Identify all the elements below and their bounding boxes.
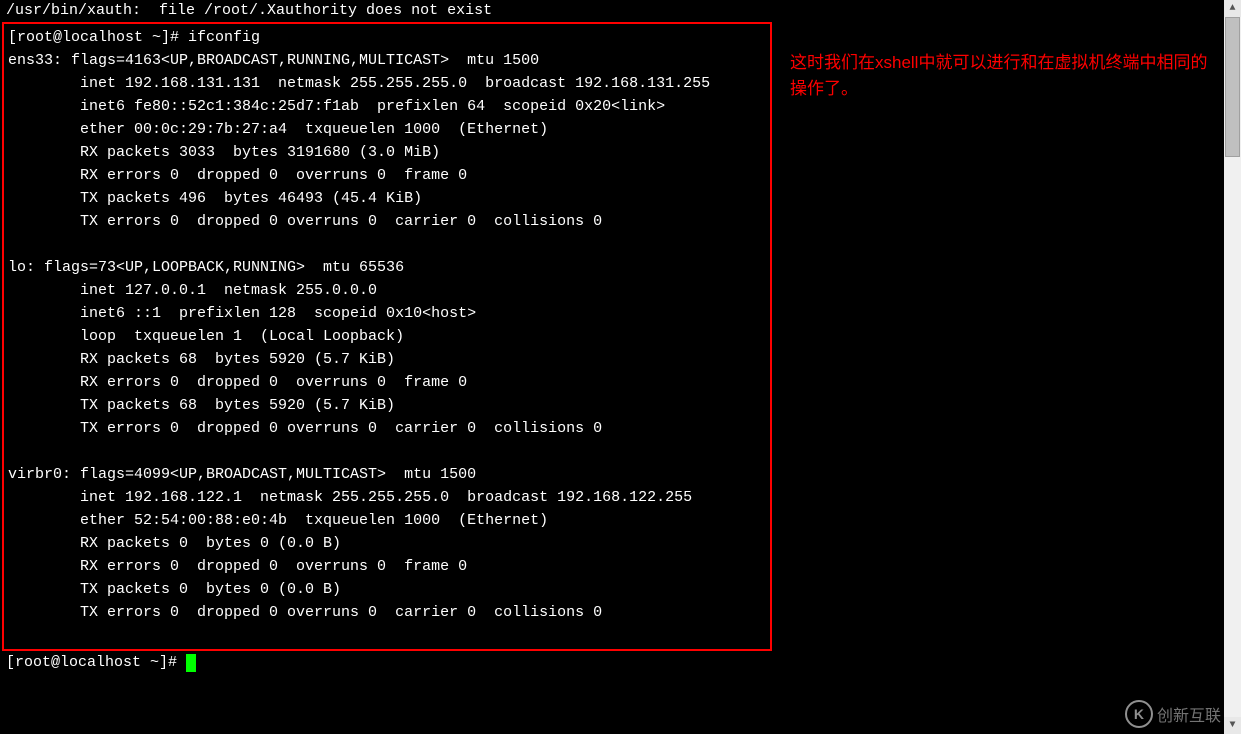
- annotation-prefix: 这时我们在: [790, 53, 875, 72]
- terminal-line: TX packets 0 bytes 0 (0.0 B): [8, 578, 766, 601]
- terminal-line: virbr0: flags=4099<UP,BROADCAST,MULTICAS…: [8, 463, 766, 486]
- watermark-text: 创新互联: [1157, 702, 1221, 726]
- scroll-down-button[interactable]: ▼: [1224, 717, 1241, 734]
- terminal-line: RX errors 0 dropped 0 overruns 0 frame 0: [8, 371, 766, 394]
- terminal-line: [8, 233, 766, 256]
- cursor-icon: [186, 654, 196, 672]
- terminal-line: RX errors 0 dropped 0 overruns 0 frame 0: [8, 555, 766, 578]
- terminal-line: [8, 440, 766, 463]
- terminal-line: TX packets 496 bytes 46493 (45.4 KiB): [8, 187, 766, 210]
- terminal-prompt: [root@localhost ~]#: [6, 651, 186, 674]
- terminal-header-line: /usr/bin/xauth: file /root/.Xauthority d…: [0, 0, 1241, 22]
- terminal-line: ether 00:0c:29:7b:27:a4 txqueuelen 1000 …: [8, 118, 766, 141]
- watermark-logo-icon: K: [1125, 700, 1153, 728]
- terminal-line: lo: flags=73<UP,LOOPBACK,RUNNING> mtu 65…: [8, 256, 766, 279]
- terminal-prompt-line[interactable]: [root@localhost ~]#: [0, 651, 1241, 674]
- terminal-line: [8, 624, 766, 647]
- terminal-line: loop txqueuelen 1 (Local Loopback): [8, 325, 766, 348]
- terminal-line: RX packets 68 bytes 5920 (5.7 KiB): [8, 348, 766, 371]
- terminal-line: inet6 ::1 prefixlen 128 scopeid 0x10<hos…: [8, 302, 766, 325]
- terminal-line: inet 192.168.131.131 netmask 255.255.255…: [8, 72, 766, 95]
- vertical-scrollbar[interactable]: ▲ ▼: [1224, 0, 1241, 734]
- terminal-line: TX errors 0 dropped 0 overruns 0 carrier…: [8, 210, 766, 233]
- terminal-line: ens33: flags=4163<UP,BROADCAST,RUNNING,M…: [8, 49, 766, 72]
- terminal-output-box[interactable]: [root@localhost ~]# ifconfigens33: flags…: [2, 22, 772, 651]
- terminal-line: [root@localhost ~]# ifconfig: [8, 26, 766, 49]
- scroll-up-button[interactable]: ▲: [1224, 0, 1241, 17]
- terminal-line: ether 52:54:00:88:e0:4b txqueuelen 1000 …: [8, 509, 766, 532]
- terminal-line: TX errors 0 dropped 0 overruns 0 carrier…: [8, 601, 766, 624]
- terminal-line: RX packets 3033 bytes 3191680 (3.0 MiB): [8, 141, 766, 164]
- terminal-line: inet 127.0.0.1 netmask 255.0.0.0: [8, 279, 766, 302]
- terminal-line: inet6 fe80::52c1:384c:25d7:f1ab prefixle…: [8, 95, 766, 118]
- annotation-highlight: xshell: [875, 53, 918, 72]
- terminal-line: RX packets 0 bytes 0 (0.0 B): [8, 532, 766, 555]
- scrollbar-thumb[interactable]: [1225, 17, 1240, 157]
- terminal-line: TX errors 0 dropped 0 overruns 0 carrier…: [8, 417, 766, 440]
- terminal-line: RX errors 0 dropped 0 overruns 0 frame 0: [8, 164, 766, 187]
- terminal-line: inet 192.168.122.1 netmask 255.255.255.0…: [8, 486, 766, 509]
- terminal-line: TX packets 68 bytes 5920 (5.7 KiB): [8, 394, 766, 417]
- watermark: K 创新互联: [1125, 700, 1221, 728]
- annotation-text: 这时我们在xshell中就可以进行和在虚拟机终端中相同的操作了。: [790, 50, 1210, 102]
